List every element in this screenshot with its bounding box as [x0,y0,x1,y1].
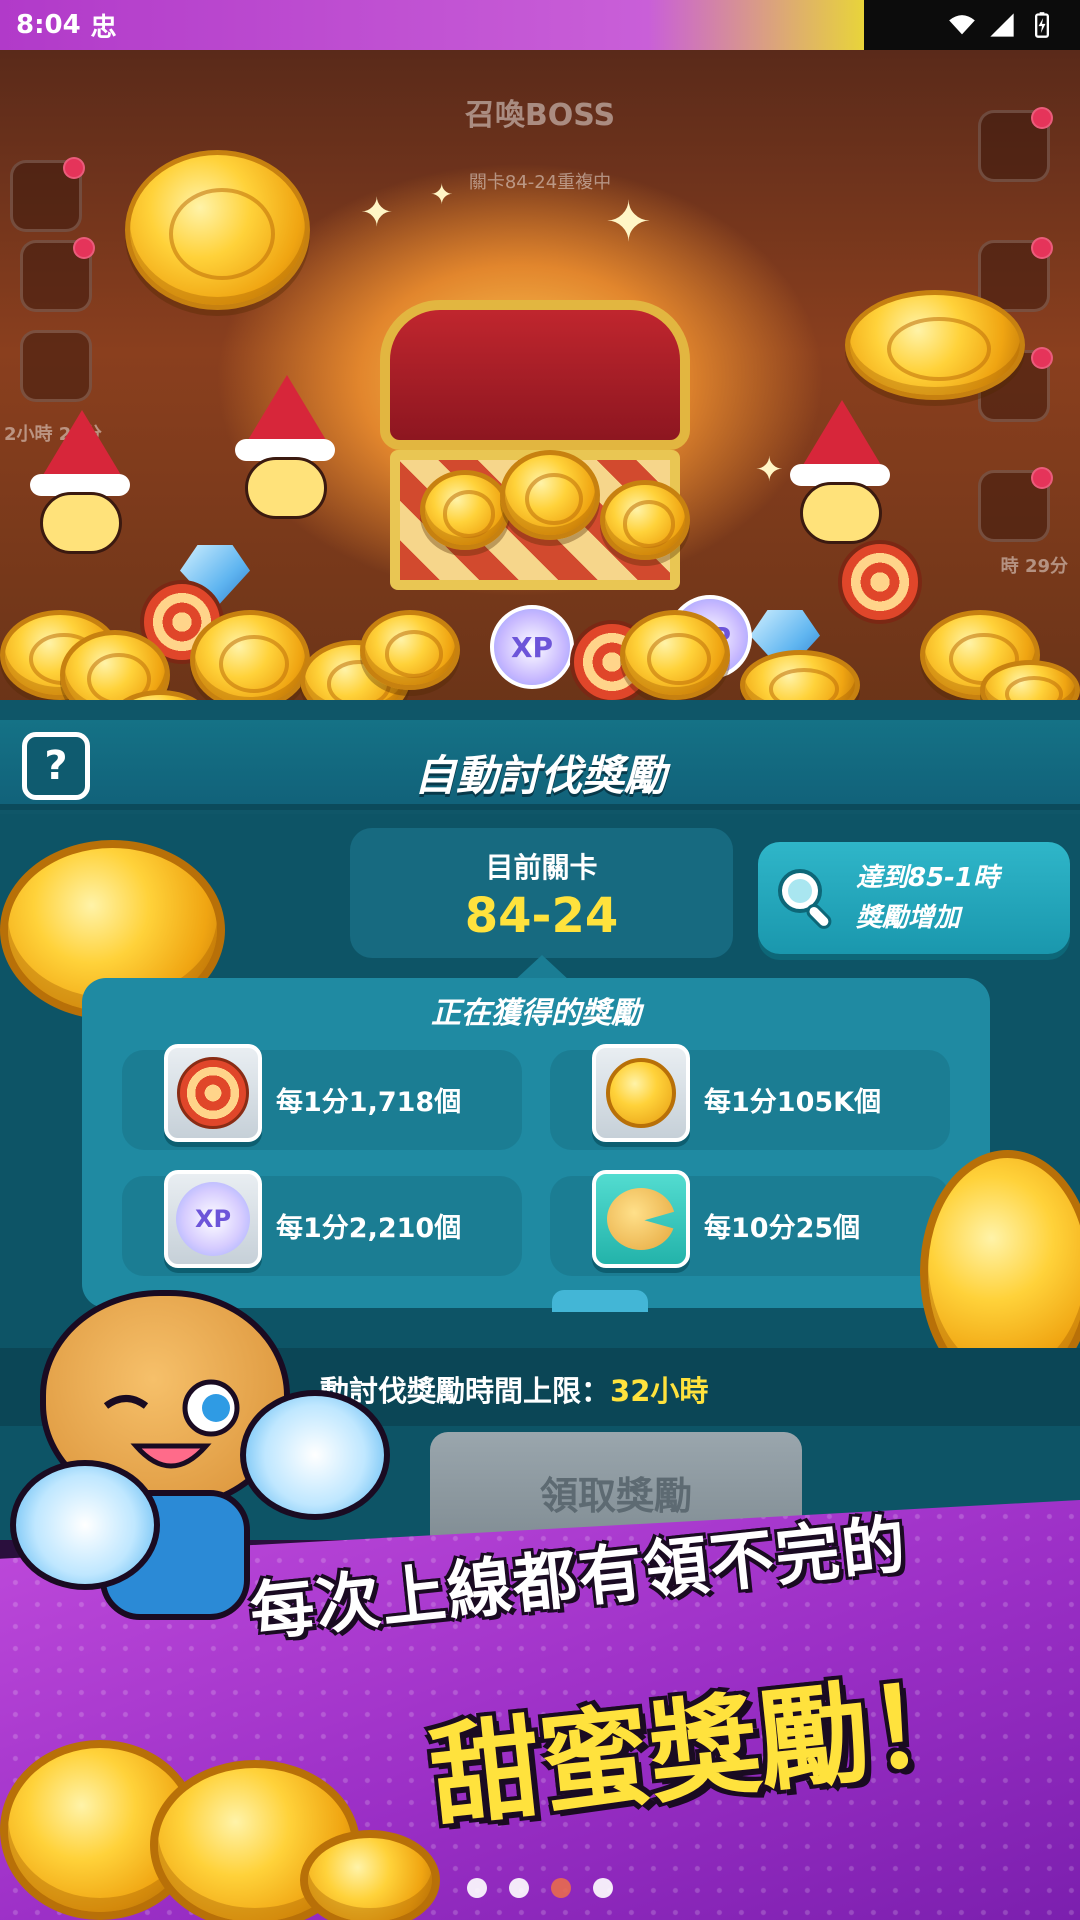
coin-icon [500,450,600,540]
panel-header: ? 自動討伐獎勵 [0,720,1080,810]
reward-boost-button[interactable]: 達到85-1時 獎勵增加 [758,842,1070,954]
status-left: 8:04 忠 [16,7,117,44]
sparkle-icon: ✦ [430,178,454,211]
notification-dot [1031,467,1053,489]
coin-icon [845,290,1025,400]
page-indicator [0,1878,1080,1898]
notification-dot [73,237,95,259]
reward-text: 每10分25個 [704,1213,861,1244]
treasure-scene: 召喚BOSS 關卡84-24重複中 2小時 29分 時 29分 ✦ ✦ ✦ ✦ … [0,50,1080,720]
status-time: 8:04 [16,10,81,40]
target-icon [838,540,922,624]
side-menu-button[interactable] [10,157,85,232]
notification-icon: 忠 [90,12,117,43]
notification-dot [1031,237,1053,259]
coin-icon [600,480,690,560]
coin-icon [420,470,510,550]
page-dot-active[interactable] [551,1878,571,1898]
wifi-icon [949,15,975,35]
reward-text: 每1分1,718個 [276,1087,462,1118]
pompom-icon [240,1390,390,1520]
boost-line2: 獎勵增加 [856,903,961,933]
panel-title: 自動討伐獎勵 [413,751,666,800]
battery-icon [1035,12,1049,38]
pompom-icon [10,1460,160,1590]
page-dot[interactable] [593,1878,613,1898]
target-icon [177,1057,249,1129]
santa-elf [20,410,140,560]
current-stage-label: 目前關卡 [485,851,598,884]
page-dot[interactable] [467,1878,487,1898]
boost-line1: 達到85-1時 [856,863,1000,893]
quest-list-icon[interactable] [978,107,1053,182]
page-dot[interactable] [509,1878,529,1898]
status-right [948,11,1056,39]
shop-cart-icon[interactable] [20,330,92,402]
current-stage-box: 目前關卡 84-24 [350,828,733,958]
santa-elf [780,400,900,550]
reward-item: 每1分105K個 [550,1044,950,1150]
character-icon[interactable] [978,467,1053,542]
coin-icon [620,610,730,700]
time-limit-value: 32小時 [610,1374,709,1408]
rewards-title: 正在獲得的獎勵 [431,996,641,1031]
right-timer: 時 29分 [1000,556,1068,577]
boost-text: 達到85-1時 獎勵增加 [856,858,999,938]
santa-elf [225,375,345,525]
coin-icon [300,1830,440,1920]
reward-text: 每1分105K個 [704,1087,882,1118]
sparkle-icon: ✦ [605,190,652,255]
search-icon [778,869,832,929]
notification-dot [1031,107,1053,129]
reward-icon-frame [592,1044,690,1142]
chest-lid [380,300,690,450]
coin-icon [190,610,310,710]
sparkle-icon: ✦ [360,190,394,236]
gift-icon[interactable] [20,237,95,312]
coin-icon [606,1058,676,1128]
reward-icon-frame [164,1044,262,1142]
signal-icon [990,13,1014,37]
reward-item: 每10分25個 [550,1170,950,1276]
boss-title: 召喚BOSS [464,98,616,133]
notification-dot [63,157,85,179]
coin-icon [125,150,310,310]
reward-icon-frame [592,1170,690,1268]
notification-dot [1031,347,1053,369]
more-rewards-tab[interactable] [552,1290,648,1312]
status-bar: 8:04 忠 [0,0,1080,50]
coin-icon [360,610,460,690]
cookie-icon [607,1188,675,1250]
current-stage-value: 84-24 [464,888,619,944]
xp-icon: XP [490,605,574,689]
reward-item: 每1分1,718個 [122,1044,522,1150]
